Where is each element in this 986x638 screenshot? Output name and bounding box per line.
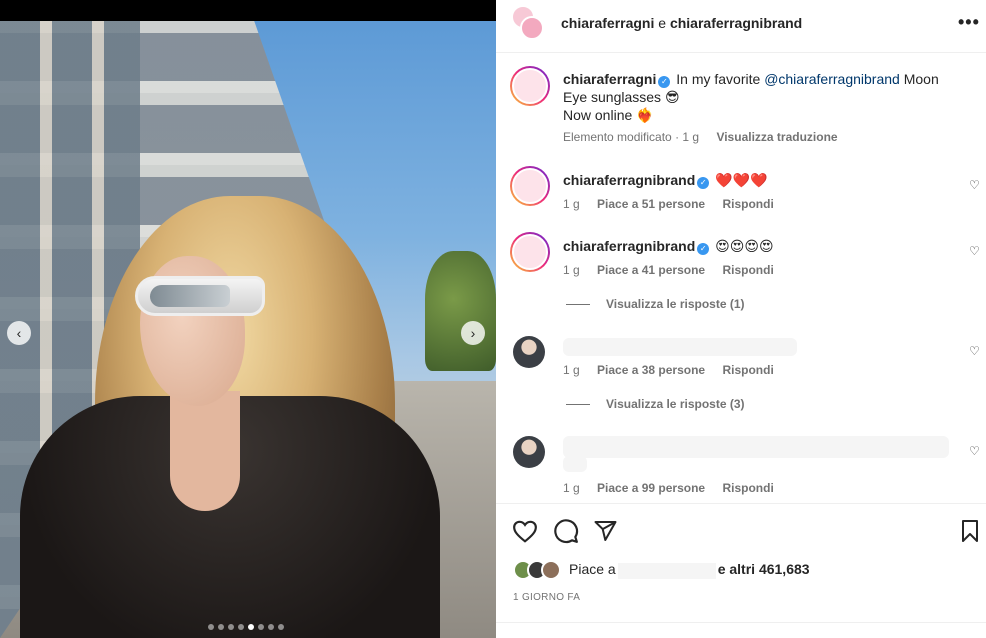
hidden-comment-text <box>563 436 949 458</box>
comment-likes[interactable]: Piace a 99 persone <box>597 481 705 495</box>
view-replies-label: Visualizza le risposte (1) <box>606 297 745 311</box>
heart-icon[interactable]: ♡ <box>969 444 980 458</box>
carousel-next-button[interactable]: › <box>461 321 485 345</box>
comment-time[interactable]: 1 g <box>563 263 580 277</box>
comment-username-link[interactable]: chiaraferragnibrand <box>563 238 695 254</box>
share-icon[interactable] <box>593 519 618 543</box>
comment-meta: 1 g Piace a 51 persone Rispondi <box>563 197 774 211</box>
comment-body: 😍😍😍😍 <box>715 238 774 254</box>
carousel-dot <box>258 624 264 630</box>
avatar-image <box>512 168 548 204</box>
reply-button[interactable]: Rispondi <box>722 363 773 377</box>
comment-likes[interactable]: Piace a 41 persone <box>597 263 705 277</box>
verified-icon: ✓ <box>697 177 710 189</box>
divider <box>566 403 590 405</box>
divider <box>566 303 590 305</box>
heart-icon[interactable]: ♡ <box>969 244 980 258</box>
chevron-left-icon: ‹ <box>16 325 22 341</box>
likes-suffix: e altri <box>717 561 756 578</box>
carousel-dot <box>208 624 214 630</box>
carousel-dot <box>248 624 254 630</box>
avatar[interactable] <box>510 166 550 206</box>
likes-text[interactable]: Piace a e altri 461,683 <box>569 561 810 579</box>
post-photo[interactable] <box>0 21 496 638</box>
more-icon[interactable]: ••• <box>958 12 980 33</box>
carousel-dot <box>238 624 244 630</box>
hidden-comment-text <box>563 456 587 472</box>
comment-likes[interactable]: Piace a 38 persone <box>597 363 705 377</box>
likes-summary: Piace a e altri 461,683 <box>513 560 810 580</box>
post-media: ‹ › <box>0 0 496 638</box>
caption-time[interactable]: 1 g <box>682 130 699 144</box>
post-side-panel: chiaraferragni e chiaraferragnibrand •••… <box>496 0 986 638</box>
heart-icon[interactable]: ♡ <box>969 178 980 192</box>
translate-link[interactable]: Visualizza traduzione <box>716 130 837 144</box>
reply-button[interactable]: Rispondi <box>722 263 773 277</box>
carousel-dot <box>218 624 224 630</box>
comment-meta: 1 g Piace a 99 persone Rispondi <box>563 481 774 495</box>
divider <box>496 622 986 623</box>
avatar-image <box>512 68 548 104</box>
comment-time[interactable]: 1 g <box>563 481 580 495</box>
caption-text: chiaraferragni ✓ In my favorite @chiarafe… <box>563 70 963 124</box>
comment-text: chiaraferragnibrand ✓ ❤️❤️❤️ <box>563 172 767 189</box>
photo-tree <box>425 251 496 371</box>
hidden-liker-name <box>617 562 716 579</box>
caption-username-link[interactable]: chiaraferragni <box>563 71 656 87</box>
avatar[interactable] <box>513 436 545 468</box>
mention-link[interactable]: @chiaraferragnibrand <box>764 71 900 87</box>
comment-body: ❤️❤️❤️ <box>715 172 768 188</box>
avatar[interactable] <box>510 232 550 272</box>
carousel-dot <box>228 624 234 630</box>
post-header: chiaraferragni e chiaraferragnibrand ••• <box>496 0 986 53</box>
photo-sunglasses <box>135 276 265 316</box>
comment-meta: 1 g Piace a 38 persone Rispondi <box>563 363 774 377</box>
avatar[interactable] <box>520 16 544 40</box>
collab-username-link[interactable]: chiaraferragnibrand <box>670 15 802 31</box>
post-date[interactable]: 1 GIORNO FA <box>513 592 580 603</box>
view-replies-button[interactable]: Visualizza le risposte (3) <box>566 397 745 411</box>
photo-neck <box>170 391 240 511</box>
verified-icon: ✓ <box>697 243 710 255</box>
caption-meta: Elemento modificato · 1 g Visualizza tra… <box>563 130 838 144</box>
view-replies-label: Visualizza le risposte (3) <box>606 397 745 411</box>
comment-username-link[interactable]: chiaraferragnibrand <box>563 172 695 188</box>
verified-icon: ✓ <box>658 76 671 88</box>
caption-line2: Now online ❤️‍🔥 <box>563 107 654 123</box>
owner-username-link[interactable]: chiaraferragni <box>561 15 654 31</box>
chevron-right-icon: › <box>470 325 476 341</box>
liker-avatar[interactable] <box>541 560 561 580</box>
likes-prefix: Piace a <box>569 561 616 578</box>
carousel-prev-button[interactable]: ‹ <box>7 321 31 345</box>
comment-time[interactable]: 1 g <box>563 197 580 211</box>
comment-time[interactable]: 1 g <box>563 363 580 377</box>
bookmark-icon[interactable] <box>959 519 981 543</box>
carousel-dot <box>278 624 284 630</box>
caption-body: In my favorite <box>676 71 761 87</box>
hidden-comment-text <box>563 338 797 356</box>
conjunction: e <box>658 15 667 31</box>
carousel-dot <box>268 624 274 630</box>
media-top-bar <box>0 0 496 21</box>
comment-likes[interactable]: Piace a 51 persone <box>597 197 705 211</box>
post-owners: chiaraferragni e chiaraferragnibrand <box>561 15 802 31</box>
reply-button[interactable]: Rispondi <box>722 481 773 495</box>
view-replies-button[interactable]: Visualizza le risposte (1) <box>566 297 745 311</box>
reply-button[interactable]: Rispondi <box>722 197 773 211</box>
heart-icon[interactable] <box>512 519 538 543</box>
comment-icon[interactable] <box>553 518 579 544</box>
avatar[interactable] <box>510 66 550 106</box>
carousel-indicator <box>208 624 284 630</box>
post-actions: Piace a e altri 461,683 1 GIORNO FA <box>496 503 986 638</box>
comment-text: chiaraferragnibrand ✓ 😍😍😍😍 <box>563 238 774 255</box>
heart-icon[interactable]: ♡ <box>969 344 980 358</box>
comment-meta: 1 g Piace a 41 persone Rispondi <box>563 263 774 277</box>
avatar[interactable] <box>513 336 545 368</box>
avatar-image <box>512 234 548 270</box>
likes-count: 461,683 <box>758 561 810 578</box>
edited-label: Elemento modificato <box>563 130 672 144</box>
